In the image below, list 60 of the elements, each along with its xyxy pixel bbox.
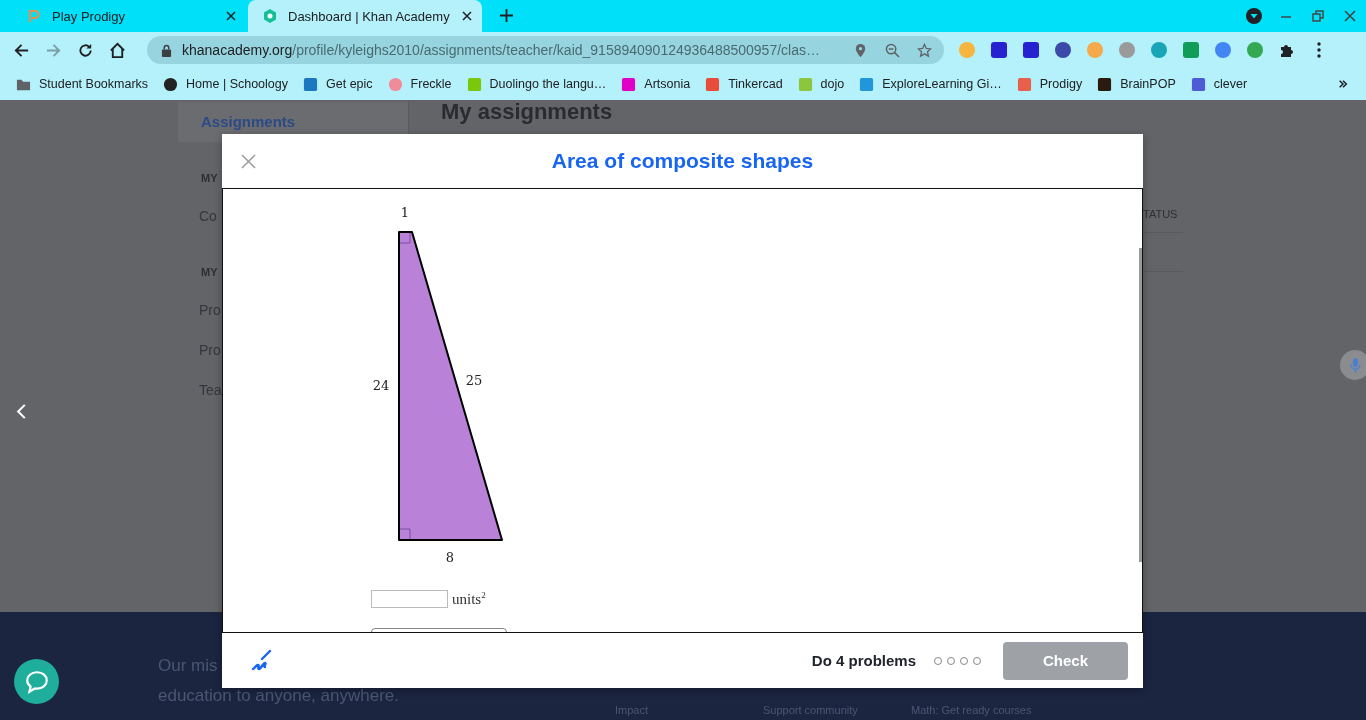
plus-icon[interactable]: [500, 9, 513, 22]
side-length-label: 24: [372, 378, 390, 393]
browser-tab[interactable]: Dashboard | Khan Academy: [248, 0, 482, 32]
hexagon-logo-icon: [262, 8, 278, 24]
answer-field[interactable]: [371, 590, 448, 608]
side-length-label: 1: [400, 205, 410, 220]
bookmark-icon: [1190, 76, 1206, 92]
scrollbar-thumb[interactable]: [1139, 248, 1142, 562]
reload-icon[interactable]: [77, 41, 94, 59]
bookmark[interactable]: clever: [1190, 76, 1248, 92]
back-arrow-icon[interactable]: [13, 41, 30, 59]
p-logo-icon: [26, 8, 42, 24]
speech-bubble-icon: [23, 668, 50, 695]
bookmark[interactable]: Home | Schoology: [163, 76, 288, 92]
lock-icon: [161, 43, 172, 57]
bookmark[interactable]: BrainPOP: [1097, 76, 1176, 92]
bookmark[interactable]: Get epic: [303, 76, 373, 92]
bookmark-icon: [859, 76, 875, 92]
bookmark[interactable]: Freckle: [387, 76, 452, 92]
dropdown-icon[interactable]: [1246, 8, 1262, 24]
bookmark-icon: [163, 76, 179, 92]
close-icon[interactable]: [462, 11, 472, 21]
bookmark[interactable]: Prodigy: [1016, 76, 1083, 92]
bookmark[interactable]: dojo: [797, 76, 845, 92]
restore-icon[interactable]: [1310, 8, 1326, 24]
side-length-label: 8: [445, 550, 455, 565]
page-heading: My assignments: [441, 100, 614, 124]
bookmark-icon: [466, 76, 482, 92]
bookmark[interactable]: Duolingo the langu…: [466, 76, 607, 92]
chevron-left-icon[interactable]: [15, 403, 27, 420]
extension-icon[interactable]: [990, 41, 1008, 59]
bookmark-icon: [621, 76, 637, 92]
bookmark[interactable]: Artsonia: [621, 76, 691, 92]
bookmark-icon: [303, 76, 318, 92]
star-icon[interactable]: [917, 42, 932, 58]
unit-label: units$^{2}$: [452, 590, 486, 608]
close-icon[interactable]: [1342, 8, 1358, 24]
bookmark-icon: [1016, 76, 1032, 92]
bookmark-icon: [705, 76, 721, 92]
close-icon[interactable]: [226, 11, 236, 21]
browser-tab[interactable]: Play Prodigy: [12, 0, 246, 32]
bookmark[interactable]: Student Bookmarks: [16, 76, 149, 92]
home-icon[interactable]: [109, 41, 126, 59]
microphone-icon: [1348, 356, 1362, 374]
chevrons-icon[interactable]: [1338, 79, 1348, 89]
bookmark-icon: [797, 76, 813, 92]
extension-icon[interactable]: [1022, 41, 1040, 59]
url-text: khanacademy.org/profile/kyleighs2010/assignments/teacher/kaid_915894090124936488500957/clas…: [182, 42, 821, 58]
bookmark[interactable]: Tinkercad: [705, 76, 783, 92]
bookmark-icon: [387, 76, 403, 92]
side-length-label: 25: [465, 373, 483, 388]
extension-icon[interactable]: [1054, 41, 1072, 59]
bookmark[interactable]: ExploreLearning Gi…: [859, 76, 1002, 92]
scratchpad-icon[interactable]: [250, 648, 274, 673]
task-text: Do 4 problems: [811, 652, 916, 669]
location-pin-icon[interactable]: [853, 42, 868, 58]
zoom-out-icon[interactable]: [885, 42, 900, 58]
bookmark-icon: [1097, 76, 1113, 92]
address-bar[interactable]: khanacademy.org/profile/kyleighs2010/assignments/teacher/kaid_915894090124936488500957/clas…: [147, 36, 944, 64]
dialog-title: Area of composite shapes: [551, 149, 814, 173]
